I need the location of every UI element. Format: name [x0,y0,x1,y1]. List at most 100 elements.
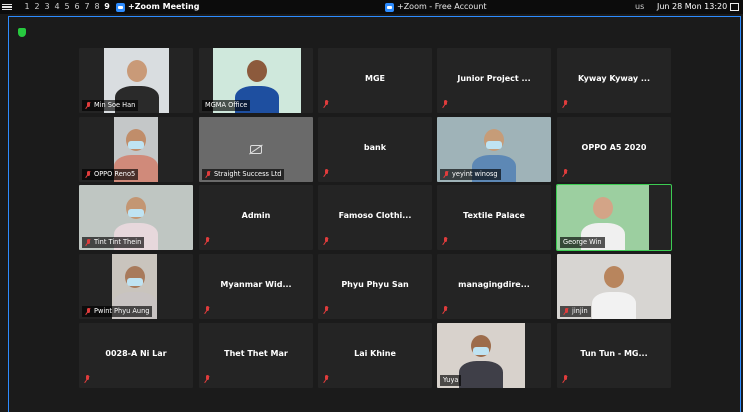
muted-mic-icon [323,306,329,314]
participant-tile[interactable]: Myanmar Wid... [199,254,313,319]
muted-mic-icon [562,100,568,108]
participant-name: Kyway Kyway ... [577,74,650,83]
participant-label-text: jinjin [572,307,588,315]
participant-label: yeyint winosg [440,169,501,180]
workspace-9[interactable]: 9 [102,0,112,14]
participant-name: Thet Thet Mar [224,349,288,358]
meeting-window: Min Soe Han MGMA Office MGE Junior Project … [8,16,741,412]
participant-tile[interactable]: George Win [556,184,672,251]
participant-tile[interactable]: Yuya [437,323,551,388]
muted-mic-icon [563,307,569,316]
participant-tile[interactable]: yeyint winosg [437,117,551,182]
muted-mic-icon [562,169,568,177]
participant-tile[interactable]: OPPO Reno5 [79,117,193,182]
participant-tile[interactable]: bank [318,117,432,182]
window-title: +Zoom - Free Account [385,0,487,14]
menu-icon[interactable] [2,3,12,11]
participant-tile[interactable]: Min Soe Han [79,48,193,113]
participant-name: Admin [241,211,271,220]
participant-label: OPPO Reno5 [82,169,139,180]
participant-label: Tint Tint Thein [82,237,145,248]
muted-mic-icon [562,375,568,383]
participant-tile[interactable]: OPPO A5 2020 [557,117,671,182]
workspace-8[interactable]: 8 [92,0,102,14]
workspace-5[interactable]: 5 [62,0,72,14]
muted-mic-icon [85,307,91,316]
participant-label-text: George Win [563,238,602,246]
participant-tile[interactable]: Junior Project ... [437,48,551,113]
participant-label: Straight Success Ltd [202,169,285,180]
participant-label: George Win [560,237,605,248]
participant-name: Phyu Phyu San [341,280,409,289]
screen-icon[interactable] [730,3,739,11]
workspace-2[interactable]: 2 [32,0,42,14]
participant-label-text: Min Soe Han [94,101,136,109]
muted-mic-icon [442,306,448,314]
muted-mic-icon [323,169,329,177]
participant-tile[interactable]: Phyu Phyu San [318,254,432,319]
workspace-3[interactable]: 3 [42,0,52,14]
muted-mic-icon [85,238,91,247]
participant-tile[interactable]: Pwint Phyu Aung [79,254,193,319]
participant-tile[interactable]: Admin [199,185,313,250]
zoom-icon [116,2,125,12]
participant-tile[interactable]: 0028-A Ni Lar [79,323,193,388]
muted-mic-icon [443,170,449,179]
participant-label: Yuya [440,375,462,386]
participant-label-text: Yuya [443,376,459,384]
participant-label-text: OPPO Reno5 [94,170,136,178]
participant-tile[interactable]: managingdire... [437,254,551,319]
participant-tile[interactable]: Kyway Kyway ... [557,48,671,113]
workspace-4[interactable]: 4 [52,0,62,14]
workspace-switcher[interactable]: 1 2 3 4 5 6 7 8 9 [22,0,112,14]
participant-tile[interactable]: Tun Tun - MG... [557,323,671,388]
muted-mic-icon [204,237,210,245]
focused-app-title[interactable]: +Zoom Meeting [116,0,199,14]
participant-label-text: MGMA Office [205,101,248,109]
participant-name: Textile Palace [463,211,525,220]
muted-mic-icon [205,170,211,179]
muted-mic-icon [85,170,91,179]
workspace-1[interactable]: 1 [22,0,32,14]
participant-name: managingdire... [458,280,530,289]
clock[interactable]: Jun 28 Mon 13:20 [657,0,727,14]
muted-mic-icon [442,100,448,108]
participant-label: Pwint Phyu Aung [82,306,153,317]
participant-name: 0028-A Ni Lar [105,349,167,358]
participant-label: MGMA Office [202,100,251,111]
muted-mic-icon [323,237,329,245]
muted-mic-icon [204,306,210,314]
participant-tile[interactable]: Famoso Clothi... [318,185,432,250]
participant-tile[interactable]: jinjin [557,254,671,319]
participant-name: Lai Khine [354,349,396,358]
participant-tile[interactable]: Straight Success Ltd [199,117,313,182]
zoom-icon [385,2,394,12]
participant-tile[interactable]: MGE [318,48,432,113]
participant-tile[interactable]: Lai Khine [318,323,432,388]
participant-name: Famoso Clothi... [338,211,412,220]
participant-name: OPPO A5 2020 [581,143,647,152]
participant-label-text: Straight Success Ltd [214,170,282,178]
workspace-7[interactable]: 7 [82,0,92,14]
encryption-shield-icon[interactable] [18,28,26,37]
participant-label-text: Tint Tint Thein [94,238,142,246]
participant-label-text: Pwint Phyu Aung [94,307,150,315]
participant-name: Myanmar Wid... [220,280,292,289]
workspace-6[interactable]: 6 [72,0,82,14]
window-title-text: +Zoom - Free Account [397,2,487,11]
participant-tile[interactable]: MGMA Office [199,48,313,113]
app-title-text: +Zoom Meeting [128,2,200,11]
participant-name: Tun Tun - MG... [580,349,648,358]
participant-tile[interactable]: Thet Thet Mar [199,323,313,388]
system-top-bar: 1 2 3 4 5 6 7 8 9 +Zoom Meeting +Zoom - … [0,0,743,14]
participant-tile[interactable]: Textile Palace [437,185,551,250]
muted-mic-icon [84,375,90,383]
participant-label: jinjin [560,306,591,317]
participant-label: Min Soe Han [82,100,139,111]
keyboard-layout[interactable]: us [635,0,644,14]
participant-tile[interactable]: Tint Tint Thein [79,185,193,250]
participant-name: Junior Project ... [457,74,531,83]
camera-off-icon [250,145,262,154]
participant-name: MGE [365,74,385,83]
muted-mic-icon [323,375,329,383]
